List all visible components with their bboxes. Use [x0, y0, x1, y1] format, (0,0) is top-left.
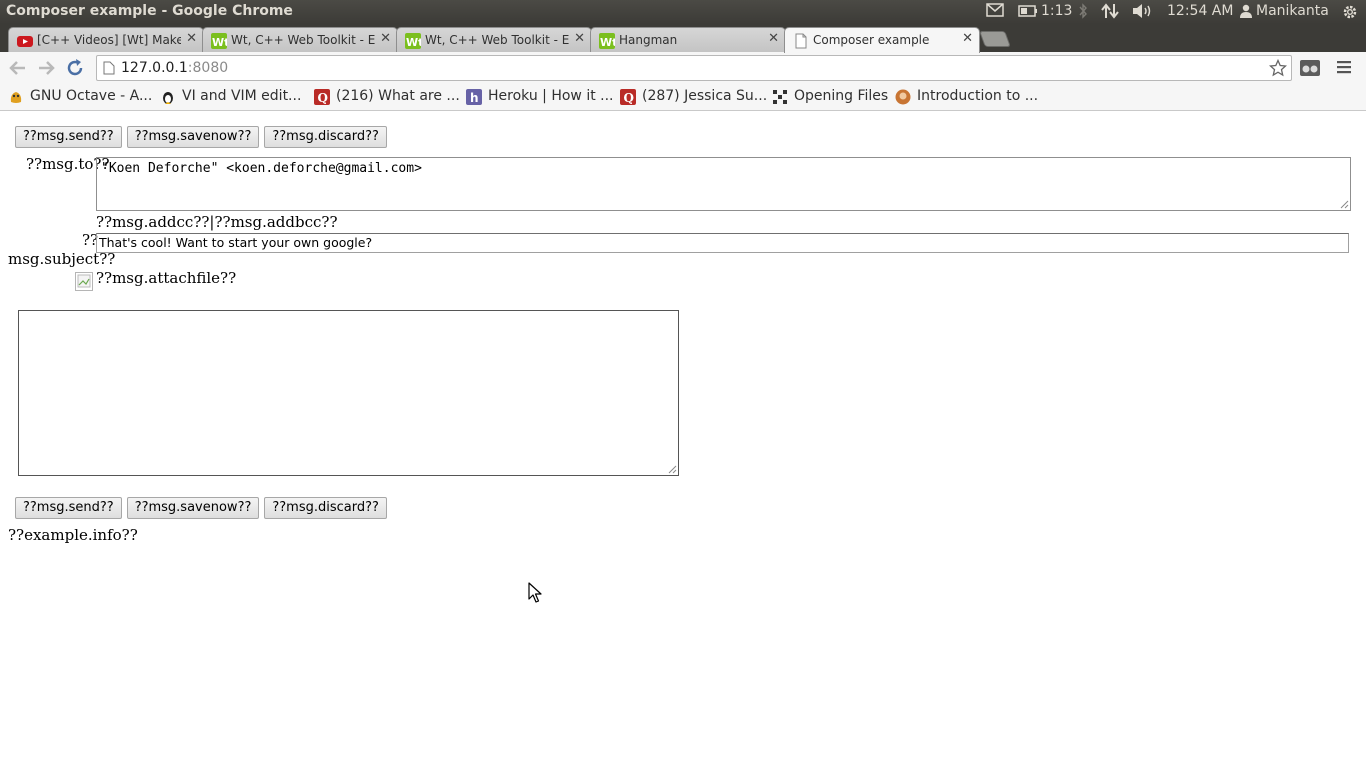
reload-icon[interactable]: [65, 58, 85, 78]
bluetooth-icon[interactable]: [1078, 3, 1088, 19]
bookmark-label: VI and VIM edit...: [182, 88, 302, 104]
attach-file-link[interactable]: ??msg.attachfile??: [96, 269, 236, 287]
quora-icon: Q: [314, 89, 330, 105]
tab-cpp-videos[interactable]: [C++ Videos] [Wt] Make w ✕: [8, 27, 204, 52]
mouse-cursor-icon: [528, 582, 542, 604]
close-icon[interactable]: ✕: [380, 32, 391, 46]
bookmark-introduction[interactable]: Introduction to ...: [895, 88, 1039, 106]
bookmark-label: GNU Octave - A...: [30, 88, 153, 104]
battery-time: 1:13: [1041, 3, 1073, 19]
bookmark-quora-287[interactable]: Q (287) Jessica Su...: [620, 88, 767, 106]
composer-toolbar-bottom: ??msg.send?? ??msg.savenow?? ??msg.disca…: [15, 497, 387, 519]
add-cc-link[interactable]: ??msg.addcc??: [96, 213, 209, 231]
bookmark-label: Heroku | How it ...: [488, 88, 614, 104]
tab-label: Hangman: [619, 33, 678, 47]
cc-bcc-links: ??msg.addcc??|??msg.addbcc??: [96, 213, 338, 231]
menu-icon[interactable]: [1336, 59, 1352, 75]
save-now-button[interactable]: ??msg.savenow??: [126, 126, 260, 148]
close-icon[interactable]: ✕: [186, 32, 197, 46]
gear-icon[interactable]: [1341, 3, 1359, 21]
bookmark-opening-files[interactable]: Opening Files: [772, 88, 888, 106]
quora-icon: Q: [620, 89, 636, 105]
avatar-icon: [895, 89, 911, 105]
to-field[interactable]: "Koen Deforche" <koen.deforche@gmail.com…: [96, 157, 1351, 211]
volume-icon[interactable]: [1132, 3, 1154, 19]
battery-indicator[interactable]: 1:13: [1018, 3, 1072, 19]
bookmarks-bar: GNU Octave - A... VI and VIM edit... Q (…: [0, 84, 1366, 111]
tab-composer-example[interactable]: Composer example ✕: [784, 27, 980, 53]
user-menu[interactable]: Manikanta: [1240, 3, 1329, 19]
user-icon: [1240, 4, 1252, 18]
bookmark-vi-vim[interactable]: VI and VIM edit...: [160, 88, 302, 106]
tab-label: Wt, C++ Web Toolkit - Exa: [425, 33, 569, 47]
tab-strip: [C++ Videos] [Wt] Make w ✕ Wt Wt, C++ We…: [0, 24, 1366, 53]
close-icon[interactable]: ✕: [574, 32, 585, 46]
composer-toolbar-top: ??msg.send?? ??msg.savenow?? ??msg.disca…: [15, 126, 387, 148]
bookmark-gnu-octave[interactable]: GNU Octave - A...: [8, 88, 152, 106]
svg-text:h: h: [470, 91, 479, 105]
tab-label: Wt, C++ Web Toolkit - Exa: [231, 33, 375, 47]
tab-label: [C++ Videos] [Wt] Make w: [37, 33, 181, 47]
network-icon[interactable]: [1101, 3, 1119, 19]
page-icon: [103, 61, 115, 75]
discard-button[interactable]: ??msg.discard??: [264, 126, 387, 148]
send-button[interactable]: ??msg.send??: [15, 126, 122, 148]
svg-text:Q: Q: [624, 91, 634, 105]
svg-text:Wt: Wt: [212, 36, 227, 49]
battery-icon: [1018, 5, 1038, 17]
url-text: 127.0.0.1:8080: [121, 60, 228, 76]
user-name: Manikanta: [1256, 3, 1329, 19]
send-button[interactable]: ??msg.send??: [15, 497, 122, 519]
resize-grip-icon[interactable]: [1339, 199, 1349, 209]
url-host: 127.0.0.1: [121, 60, 188, 76]
clock[interactable]: 12:54 AM: [1167, 3, 1233, 19]
page-content: ??msg.send?? ??msg.savenow?? ??msg.disca…: [0, 112, 1366, 768]
save-now-button[interactable]: ??msg.savenow??: [126, 497, 260, 519]
url-port: :8080: [187, 60, 229, 76]
svg-text:Q: Q: [318, 91, 328, 105]
bookmark-label: (287) Jessica Su...: [642, 88, 768, 104]
tab-wt-toolkit-2[interactable]: Wt Wt, C++ Web Toolkit - Exa ✕: [396, 27, 592, 52]
message-body-textarea[interactable]: [18, 310, 679, 476]
bookmark-label: Opening Files: [794, 88, 889, 104]
wt-icon: Wt: [599, 33, 617, 49]
forward-icon[interactable]: [36, 58, 56, 78]
bookmark-quora-216[interactable]: Q (216) What are ...: [314, 88, 460, 106]
bookmark-heroku[interactable]: h Heroku | How it ...: [466, 88, 614, 106]
mail-icon[interactable]: [986, 3, 1004, 17]
svg-text:Wt: Wt: [600, 36, 615, 49]
youtube-icon: [17, 33, 33, 49]
wt-icon: Wt: [405, 33, 423, 49]
address-bar[interactable]: 127.0.0.1:8080: [96, 55, 1292, 81]
back-icon[interactable]: [8, 58, 28, 78]
heroku-icon: h: [466, 89, 482, 105]
add-bcc-link[interactable]: ??msg.addbcc??: [214, 213, 337, 231]
pattern-icon: [772, 89, 788, 105]
close-icon[interactable]: ✕: [962, 32, 973, 46]
extension-icon[interactable]: [1299, 58, 1321, 78]
page-icon: [793, 33, 809, 49]
discard-button[interactable]: ??msg.discard??: [264, 497, 387, 519]
tab-label: Composer example: [813, 33, 930, 47]
resize-grip-icon[interactable]: [667, 464, 677, 474]
window-title: Composer example - Google Chrome: [6, 3, 293, 19]
new-tab-button[interactable]: [979, 31, 1011, 47]
subject-input[interactable]: That's cool! Want to start your own goog…: [96, 233, 1349, 253]
wt-icon: Wt: [211, 33, 229, 49]
tab-hangman[interactable]: Wt Hangman ✕: [590, 27, 786, 52]
tux-icon: [160, 89, 176, 105]
star-icon[interactable]: [1268, 58, 1288, 77]
example-info-text: ??example.info??: [8, 526, 138, 544]
svg-text:Wt: Wt: [406, 36, 421, 49]
close-icon[interactable]: ✕: [768, 32, 779, 46]
bookmark-label: (216) What are ...: [336, 88, 460, 104]
bookmark-label: Introduction to ...: [917, 88, 1039, 104]
octave-icon: [8, 89, 24, 105]
broken-image-icon[interactable]: [75, 272, 93, 291]
system-top-panel: Composer example - Google Chrome 1:13 12…: [0, 0, 1366, 24]
tab-wt-toolkit-1[interactable]: Wt Wt, C++ Web Toolkit - Exa ✕: [202, 27, 398, 52]
